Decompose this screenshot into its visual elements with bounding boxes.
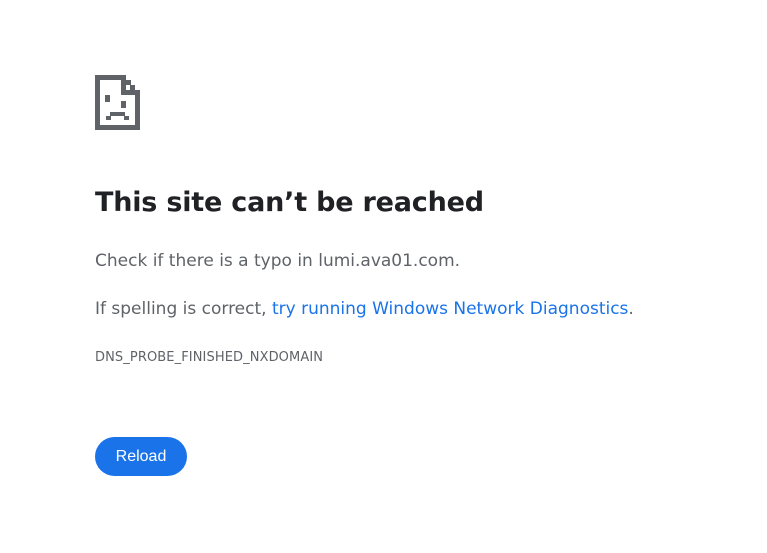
- spelling-message-prefix: If spelling is correct,: [95, 299, 272, 319]
- typo-message: Check if there is a typo in lumi.ava01.c…: [95, 251, 460, 271]
- page-title: This site can’t be reached: [95, 187, 484, 218]
- error-content: This site can’t be reached Check if ther…: [95, 75, 735, 476]
- spelling-message-suffix: .: [628, 299, 634, 319]
- typo-message-suffix: .: [454, 251, 461, 271]
- spelling-message: If spelling is correct, try running Wind…: [95, 299, 634, 319]
- reload-button[interactable]: Reload: [95, 437, 187, 476]
- sad-document-icon: [95, 75, 140, 130]
- domain-text: lumi.ava01.com: [318, 251, 455, 271]
- network-diagnostics-link[interactable]: try running Windows Network Diagnostics: [272, 299, 628, 319]
- typo-message-prefix: Check if there is a typo in: [95, 251, 319, 271]
- error-code: DNS_PROBE_FINISHED_NXDOMAIN: [95, 350, 324, 365]
